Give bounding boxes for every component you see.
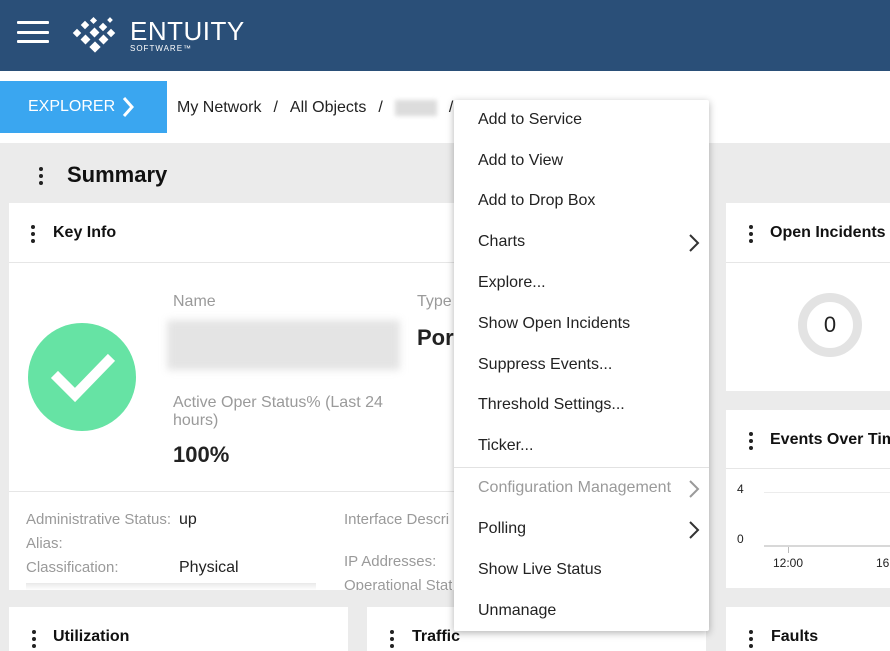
menu-item-threshold-settings[interactable]: Threshold Settings...	[454, 385, 709, 425]
classification-value: Physical	[179, 559, 239, 576]
menu-item-label: Unmanage	[478, 602, 557, 619]
type-value: Por	[417, 325, 454, 350]
breadcrumb-separator: /	[273, 99, 278, 116]
events-over-time-panel: Events Over Time 4 0 12:00 16	[726, 410, 890, 588]
utilization-title: Utilization	[53, 628, 130, 645]
status-ok-icon	[28, 323, 136, 431]
breadcrumb-all-objects[interactable]: All Objects	[290, 99, 366, 116]
name-value-redacted	[167, 320, 400, 370]
traffic-kebab-icon[interactable]	[390, 630, 394, 651]
interface-desc-label: Interface Descri	[344, 511, 450, 528]
breadcrumb-bar: EXPLORER My Network / All Objects / /	[0, 71, 890, 143]
context-menu: Add to Service Add to View Add to Drop B…	[454, 100, 709, 631]
divider	[9, 262, 484, 263]
alias-label: Alias:	[26, 535, 63, 552]
divider	[726, 468, 890, 469]
events-kebab-icon[interactable]	[749, 432, 753, 453]
menu-item-suppress-events[interactable]: Suppress Events...	[454, 345, 709, 385]
x-tick-mark	[788, 547, 789, 553]
page-title: Summary	[67, 162, 168, 187]
menu-item-add-to-drop-box[interactable]: Add to Drop Box	[454, 181, 709, 221]
chevron-right-icon	[689, 234, 700, 252]
x-tick-label: 12:00	[773, 556, 804, 570]
breadcrumb-redacted-item[interactable]	[394, 99, 437, 116]
traffic-title: Traffic	[412, 628, 461, 645]
menu-item-label: Explore...	[478, 274, 546, 291]
x-axis-line	[764, 545, 890, 547]
menu-item-label: Add to Service	[478, 111, 583, 128]
menu-item-label: Configuration Management	[478, 479, 672, 496]
key-info-panel: Key Info Name Type Por Active Oper Statu…	[9, 203, 484, 590]
breadcrumb-separator: /	[448, 99, 454, 116]
chevron-right-icon	[689, 480, 700, 498]
breadcrumb-separator: /	[378, 99, 383, 116]
ip-addresses-label: IP Addresses:	[344, 553, 437, 570]
menu-item-label: Charts	[478, 233, 526, 250]
menu-item-charts[interactable]: Charts	[454, 222, 709, 262]
faults-panel: Faults	[726, 607, 890, 651]
x-tick-label: 16	[876, 556, 890, 570]
menu-item-configuration-management[interactable]: Configuration Management	[454, 468, 709, 508]
menu-item-label: Show Live Status	[478, 561, 602, 578]
logo-mark-icon	[72, 16, 116, 53]
description-row-clipped	[26, 583, 316, 590]
events-title: Events Over Time	[770, 431, 890, 448]
brand-sub: SOFTWARE™	[130, 44, 193, 53]
menu-item-add-to-view[interactable]: Add to View	[454, 141, 709, 181]
top-bar: ENTUITY SOFTWARE™	[0, 0, 890, 71]
name-label: Name	[173, 293, 216, 310]
faults-kebab-icon[interactable]	[749, 630, 753, 651]
admin-status-label: Administrative Status:	[26, 511, 172, 528]
incident-count: 0	[823, 312, 837, 337]
chevron-right-icon	[689, 521, 700, 539]
menu-item-label: Suppress Events...	[478, 356, 613, 373]
key-info-kebab-icon[interactable]	[31, 225, 35, 246]
explorer-button[interactable]: EXPLORER	[0, 81, 167, 133]
menu-item-unmanage[interactable]: Unmanage	[454, 591, 709, 631]
menu-item-label: Threshold Settings...	[478, 396, 625, 413]
active-oper-label: Active Oper Status% (Last 24 hours)	[173, 394, 383, 429]
menu-item-explore[interactable]: Explore...	[454, 263, 709, 303]
menu-item-label: Add to View	[478, 152, 564, 169]
menu-item-label: Polling	[478, 520, 527, 537]
faults-title: Faults	[771, 628, 819, 645]
divider	[726, 262, 890, 263]
summary-kebab-icon[interactable]	[39, 167, 43, 188]
menu-item-add-to-service[interactable]: Add to Service	[454, 100, 709, 140]
y-tick-label: 4	[737, 482, 744, 496]
explorer-label: EXPLORER	[28, 98, 116, 115]
open-incidents-panel: Open Incidents 0	[726, 203, 890, 391]
menu-item-label: Show Open Incidents	[478, 315, 631, 332]
admin-status-value: up	[179, 511, 197, 528]
type-label: Type	[417, 293, 452, 310]
menu-item-show-open-incidents[interactable]: Show Open Incidents	[454, 304, 709, 344]
menu-item-polling[interactable]: Polling	[454, 509, 709, 549]
menu-item-show-live-status[interactable]: Show Live Status	[454, 550, 709, 590]
y-tick-label: 0	[737, 532, 744, 546]
classification-label: Classification:	[26, 559, 119, 576]
active-oper-value: 100%	[173, 442, 230, 467]
key-info-title: Key Info	[53, 224, 117, 241]
open-incidents-title: Open Incidents	[770, 224, 886, 241]
utilization-panel: Utilization	[9, 607, 348, 651]
entuity-logo[interactable]: ENTUITY SOFTWARE™	[72, 14, 244, 58]
open-incidents-kebab-icon[interactable]	[749, 225, 753, 246]
hamburger-menu-icon[interactable]	[17, 21, 49, 43]
utilization-kebab-icon[interactable]	[32, 630, 36, 651]
incident-count-ring[interactable]: 0	[798, 293, 862, 357]
summary-header: Summary	[0, 143, 890, 203]
menu-item-label: Add to Drop Box	[478, 192, 596, 209]
brand-name: ENTUITY	[130, 16, 245, 46]
breadcrumb-my-network[interactable]: My Network	[177, 99, 261, 116]
breadcrumb: My Network / All Objects / /	[177, 99, 465, 117]
divider	[9, 491, 484, 492]
oper-status-label: Operational Stat	[344, 577, 453, 590]
menu-item-label: Ticker...	[478, 437, 534, 454]
chevron-right-icon	[122, 97, 135, 117]
gridline	[764, 492, 890, 493]
menu-item-ticker[interactable]: Ticker...	[454, 426, 709, 466]
